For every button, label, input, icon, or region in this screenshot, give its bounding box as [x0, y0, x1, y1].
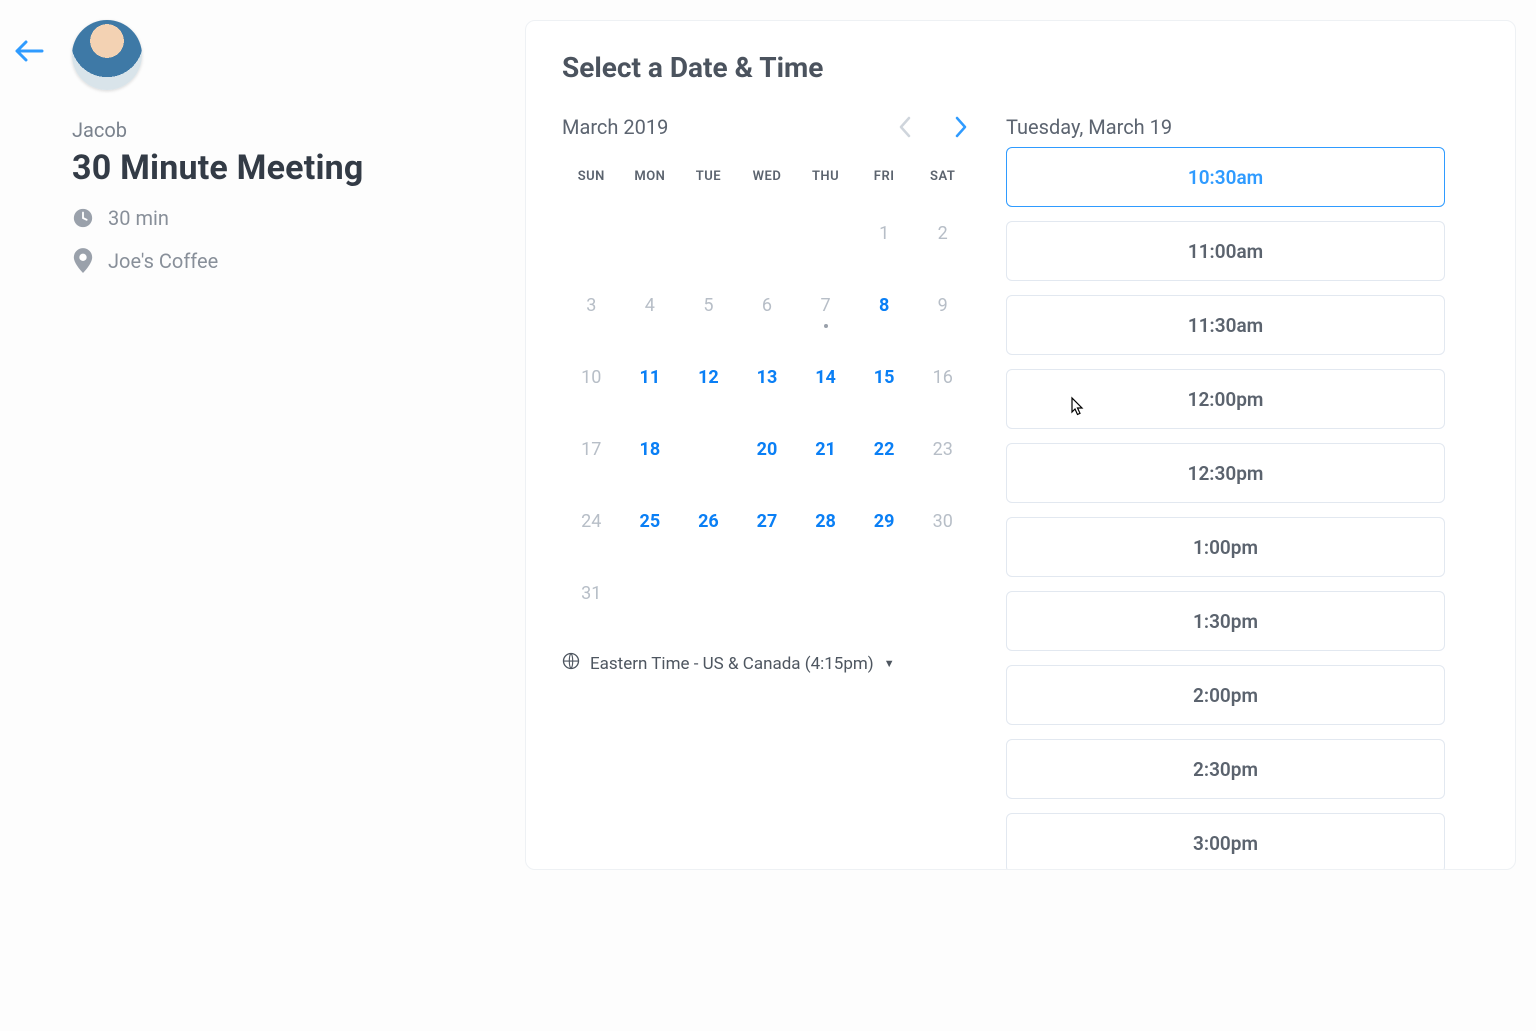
- calendar-day: 23: [913, 424, 972, 474]
- dow-label: TUE: [679, 169, 738, 184]
- time-slot[interactable]: 10:30am: [1006, 147, 1445, 207]
- time-slot-list[interactable]: 10:30am 11:00am 11:30am 12:00pm 12:30pm 1:00p…: [1006, 147, 1479, 869]
- calendar-day[interactable]: 12: [679, 352, 738, 402]
- event-duration: 30 min: [108, 206, 169, 230]
- calendar-day: 31: [562, 568, 621, 618]
- time-slot[interactable]: 1:00pm: [1006, 517, 1445, 577]
- time-slot[interactable]: 12:00pm: [1006, 369, 1445, 429]
- globe-icon: [562, 652, 580, 675]
- panel-title: Select a Date & Time: [562, 51, 823, 84]
- calendar-day[interactable]: 27: [738, 496, 797, 546]
- time-slot[interactable]: 2:30pm: [1006, 739, 1445, 799]
- calendar-day: 16: [913, 352, 972, 402]
- dow-label: FRI: [855, 169, 914, 184]
- calendar-day: 1: [855, 208, 914, 258]
- event-title: 30 Minute Meeting: [72, 148, 525, 188]
- location-pin-icon: [72, 248, 94, 274]
- time-slot[interactable]: 2:00pm: [1006, 665, 1445, 725]
- event-duration-row: 30 min: [72, 206, 525, 230]
- timezone-selector[interactable]: Eastern Time - US & Canada (4:15pm) ▼: [562, 652, 972, 675]
- dow-label: THU: [796, 169, 855, 184]
- event-location: Joe's Coffee: [108, 249, 218, 273]
- calendar-day[interactable]: 19: [679, 424, 738, 474]
- clock-icon: [72, 207, 94, 229]
- caret-down-icon: ▼: [884, 657, 895, 670]
- calendar-day: 17: [562, 424, 621, 474]
- calendar-day: 24: [562, 496, 621, 546]
- calendar-day[interactable]: 15: [855, 352, 914, 402]
- back-button[interactable]: [14, 40, 44, 66]
- time-slot[interactable]: 1:30pm: [1006, 591, 1445, 651]
- calendar-day: 3: [562, 280, 621, 330]
- event-location-row: Joe's Coffee: [72, 248, 525, 274]
- time-slot[interactable]: 11:30am: [1006, 295, 1445, 355]
- dow-label: SUN: [562, 169, 621, 184]
- timezone-label: Eastern Time - US & Canada (4:15pm): [590, 654, 874, 674]
- calendar-day: 2: [913, 208, 972, 258]
- prev-month-button[interactable]: [894, 112, 916, 142]
- calendar-day: 4: [621, 280, 680, 330]
- selected-date-label: Tuesday, March 19: [1006, 111, 1479, 143]
- dow-label: WED: [738, 169, 797, 184]
- calendar-day: 30: [913, 496, 972, 546]
- calendar-day[interactable]: 18: [621, 424, 680, 474]
- calendar-day: 6: [738, 280, 797, 330]
- calendar-day[interactable]: 22: [855, 424, 914, 474]
- dow-label: SAT: [913, 169, 972, 184]
- time-slot[interactable]: 3:00pm: [1006, 813, 1445, 869]
- calendar-day[interactable]: 13: [738, 352, 797, 402]
- calendar-day: 5: [679, 280, 738, 330]
- calendar-day[interactable]: 28: [796, 496, 855, 546]
- calendar-day[interactable]: 14: [796, 352, 855, 402]
- calendar-day[interactable]: 25: [621, 496, 680, 546]
- calendar-day[interactable]: 20: [738, 424, 797, 474]
- dow-label: MON: [621, 169, 680, 184]
- calendar-day[interactable]: 29: [855, 496, 914, 546]
- calendar-day: 9: [913, 280, 972, 330]
- calendar-day[interactable]: 26: [679, 496, 738, 546]
- calendar-day: 10: [562, 352, 621, 402]
- calendar-day[interactable]: 8: [855, 280, 914, 330]
- month-label: March 2019: [562, 115, 668, 139]
- time-slot[interactable]: 12:30pm: [1006, 443, 1445, 503]
- calendar-day[interactable]: 11: [621, 352, 680, 402]
- host-avatar: [72, 20, 142, 90]
- next-month-button[interactable]: [950, 112, 972, 142]
- time-slot[interactable]: 11:00am: [1006, 221, 1445, 281]
- host-name: Jacob: [72, 118, 525, 142]
- calendar-day: 7: [796, 280, 855, 330]
- calendar-day[interactable]: 21: [796, 424, 855, 474]
- datetime-panel: Select a Date & Time March 2019 SUNMONTU…: [525, 20, 1516, 870]
